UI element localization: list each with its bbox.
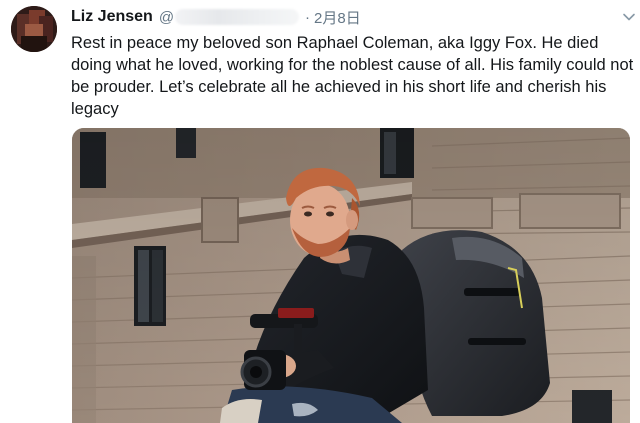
- tweet-timestamp[interactable]: 2月8日: [314, 7, 361, 28]
- tweet-header: Liz Jensen @ · 2月8日: [71, 6, 631, 28]
- tweet-text: Rest in peace my beloved son Raphael Col…: [71, 34, 634, 118]
- attached-photo[interactable]: [72, 128, 630, 423]
- header-separator: ·: [305, 8, 311, 26]
- avatar[interactable]: [11, 6, 57, 52]
- redacted-handle: [175, 9, 300, 25]
- display-name[interactable]: Liz Jensen: [71, 8, 153, 26]
- handle-at-sign: @: [158, 8, 175, 26]
- photo-content: [72, 128, 630, 423]
- avatar-image: [11, 6, 57, 52]
- chevron-down-icon[interactable]: [622, 10, 636, 24]
- tweet-card[interactable]: Liz Jensen @ · 2月8日 Rest in peace my bel…: [0, 0, 640, 423]
- user-handle[interactable]: @: [158, 8, 300, 26]
